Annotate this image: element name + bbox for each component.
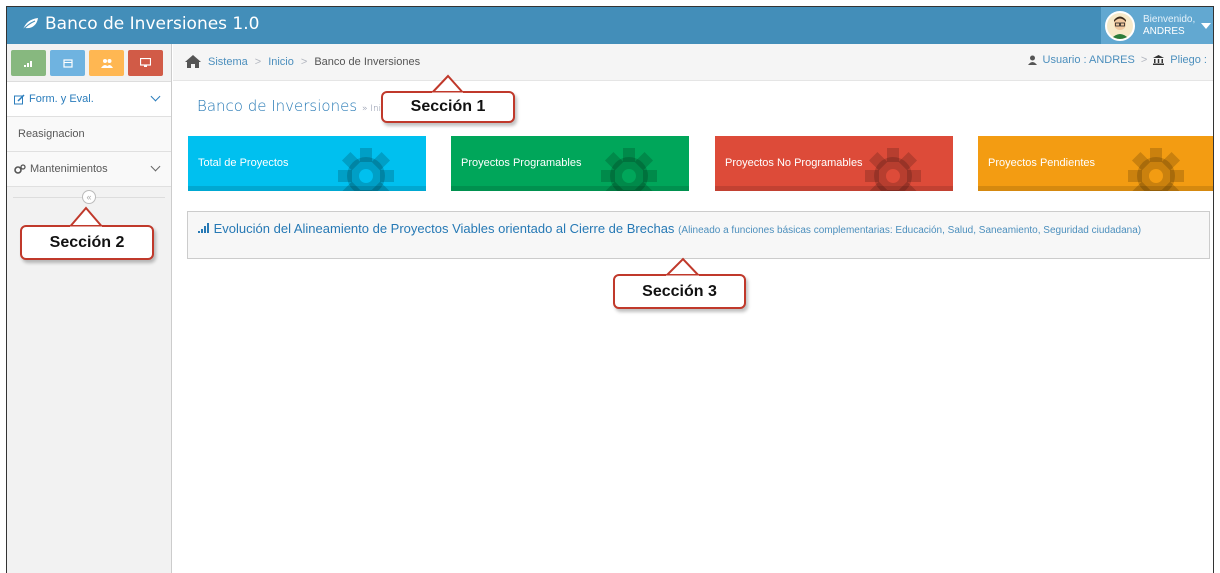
breadcrumb-link-inicio[interactable]: Inicio [268,56,294,68]
home-icon[interactable] [185,55,201,68]
page-title: Banco de Inversiones » Inicio [197,97,394,115]
breadcrumb-separator: > [254,55,262,68]
shortcut-calendar-button[interactable] [50,50,85,76]
gear-icon [338,148,394,191]
sidebar-item-form-eval[interactable]: Form. y Eval. [7,82,171,117]
caret-down-icon [1201,22,1212,29]
tile-proyectos-no-programables[interactable]: Proyectos No Programables [715,136,953,191]
shortcut-users-button[interactable] [89,50,124,76]
tile-label: Proyectos Pendientes [988,157,1096,169]
bank-icon [1153,55,1165,65]
callout-section-2: Sección 2 [20,225,154,260]
avatar [1105,10,1135,41]
sidebar-item-mantenimientos[interactable]: Mantenimientos [7,152,171,187]
gear-icon [601,148,657,191]
tile-total-proyectos[interactable]: Total de Proyectos [188,136,426,191]
welcome-label: Bienvenido, [1143,13,1196,25]
sidebar-shortcuts [7,44,171,82]
user-name: ANDRES [1143,25,1185,37]
gear-icon [1128,148,1184,191]
user-icon [1027,55,1037,65]
tile-proyectos-pendientes[interactable]: Proyectos Pendientes [978,136,1213,191]
widget-subtitle: (Alineado a funciones básicas complement… [678,225,1142,236]
breadcrumb-separator: > [300,55,308,68]
breadcrumb-current: Banco de Inversiones [314,55,421,68]
shortcut-desktop-button[interactable] [128,50,163,76]
sidebar-item-label: Mantenimientos [30,163,108,175]
tile-label: Proyectos Programables [461,157,582,169]
app-title: Banco de Inversiones 1.0 [45,14,260,34]
edit-icon [14,93,25,104]
leaf-icon [21,18,38,31]
chevron-down-icon [150,161,161,172]
sidebar: Form. y Eval. Reasignacion Mantenimiento… [7,44,172,573]
sidebar-item-reasignacion[interactable]: Reasignacion [7,117,171,152]
breadcrumb-link-sistema[interactable]: Sistema [208,56,248,68]
pliego-label: Pliego : [1170,54,1207,66]
sidebar-item-label: Form. y Eval. [29,93,94,105]
top-navbar: Banco de Inversiones 1.0 Bienvenido, AND… [7,7,1213,44]
app-frame: Banco de Inversiones 1.0 Bienvenido, AND… [6,6,1214,573]
user-menu[interactable]: Bienvenido, ANDRES [1101,7,1213,44]
tile-proyectos-programables[interactable]: Proyectos Programables [451,136,689,191]
cogs-icon [14,163,26,174]
breadcrumb: Sistema > Inicio > Banco de Inversiones … [173,44,1213,81]
sidebar-collapse-button[interactable]: « [82,190,96,204]
tile-label: Total de Proyectos [198,157,289,169]
desktop-icon [140,58,151,67]
bar-chart-icon [198,223,209,233]
calendar-icon [62,59,73,68]
brand-link[interactable]: Banco de Inversiones 1.0 [21,14,259,34]
page-title-text: Banco de Inversiones [197,97,358,115]
user-label: Usuario : ANDRES [1042,54,1135,66]
gear-icon [865,148,921,191]
chart-widget-header: Evolución del Alineamiento de Proyectos … [187,211,1210,259]
widget-title: Evolución del Alineamiento de Proyectos … [213,221,675,236]
breadcrumb-separator: > [1140,54,1148,66]
users-icon [100,59,113,68]
chevron-down-icon [150,91,161,102]
sidebar-item-label: Reasignacion [18,128,85,140]
shortcut-bar-chart-button[interactable] [11,50,46,76]
callout-section-1: Sección 1 [381,91,515,123]
bar-chart-icon [23,61,32,67]
callout-section-3: Sección 3 [613,274,746,309]
tile-label: Proyectos No Programables [725,157,863,169]
